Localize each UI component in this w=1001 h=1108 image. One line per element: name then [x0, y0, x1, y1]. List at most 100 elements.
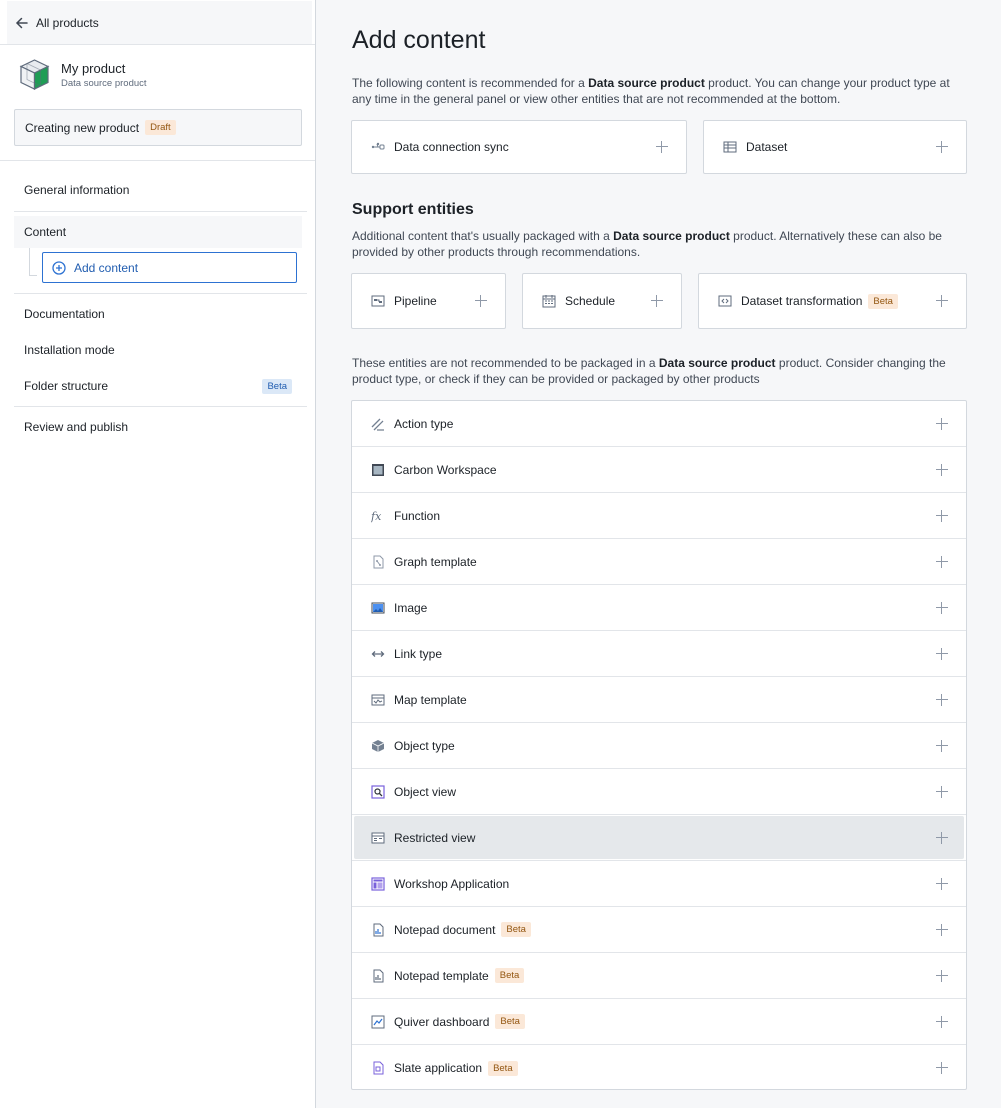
add-map-template-row[interactable]: Map template [352, 677, 966, 723]
nav-folder-structure[interactable]: Folder structure Beta [14, 370, 302, 402]
nav-content[interactable]: Content [14, 216, 302, 248]
beta-tag: Beta [488, 1060, 518, 1076]
row-label: Restricted view [394, 830, 476, 845]
nav-add-content[interactable]: Add content [42, 252, 297, 283]
nav-documentation[interactable]: Documentation [14, 298, 302, 330]
workshop-application-icon [370, 876, 386, 892]
beta-tag: Beta [501, 922, 531, 937]
dataset-icon [722, 139, 738, 155]
dataset-transformation-icon [717, 293, 733, 309]
nav-label: Review and publish [24, 420, 129, 434]
add-content-label: Add content [74, 260, 139, 275]
add-object-view-row[interactable]: Object view [352, 769, 966, 815]
nav-label: Folder structure [24, 379, 109, 393]
row-label: Function [394, 508, 441, 523]
sidebar: All products My product Data source prod… [0, 0, 316, 1108]
add-notepad-document-row[interactable]: Notepad document Beta [352, 907, 966, 953]
data-connection-sync-icon [370, 139, 386, 155]
add-restricted-view-row[interactable]: Restricted view [352, 815, 966, 861]
add-quiver-dashboard-row[interactable]: Quiver dashboard Beta [352, 999, 966, 1045]
plus-icon [936, 601, 948, 614]
add-image-row[interactable]: Image [352, 585, 966, 631]
plus-icon [651, 295, 663, 307]
card-label: Schedule [565, 294, 616, 308]
product-header: My product Data source product [18, 58, 147, 91]
add-pipeline-card[interactable]: Pipeline [351, 273, 506, 329]
plus-icon [936, 923, 948, 936]
beta-tag: Beta [262, 378, 292, 394]
nav-review-and-publish[interactable]: Review and publish [14, 411, 302, 443]
plus-icon [936, 141, 948, 153]
restricted-view-icon [370, 830, 386, 846]
not-recommended-list: Action type Carbon Workspace fx Function… [351, 400, 967, 1090]
add-data-connection-sync-card[interactable]: Data connection sync [351, 120, 687, 174]
notepad-template-icon [370, 968, 386, 984]
plus-icon [936, 463, 948, 476]
add-workshop-application-row[interactable]: Workshop Application [352, 861, 966, 907]
product-status: Creating new product Draft [14, 109, 302, 146]
graph-template-icon [370, 554, 386, 570]
row-label: Object view [394, 784, 457, 799]
row-label: Quiver dashboard [394, 1014, 490, 1029]
add-action-type-row[interactable]: Action type [352, 401, 966, 447]
support-entities-heading: Support entities [352, 201, 474, 218]
pipeline-icon [370, 293, 386, 309]
plus-icon [936, 295, 948, 307]
draft-tag: Draft [145, 120, 176, 135]
status-label: Creating new product [25, 120, 140, 135]
add-dataset-transformation-card[interactable]: Dataset transformation Beta [698, 273, 967, 329]
plus-icon [936, 877, 948, 890]
nav-label: General information [24, 183, 130, 197]
plus-icon [936, 417, 948, 430]
object-type-icon [370, 738, 386, 754]
nav-label: Content [24, 225, 67, 239]
row-label: Link type [394, 646, 443, 661]
back-label: All products [36, 15, 99, 30]
add-function-row[interactable]: fx Function [352, 493, 966, 539]
slate-application-icon [370, 1060, 386, 1076]
beta-tag: Beta [495, 1014, 525, 1029]
plus-icon [936, 1062, 948, 1074]
row-label: Action type [394, 416, 454, 431]
add-dataset-card[interactable]: Dataset [703, 120, 967, 174]
tree-connector [29, 248, 37, 276]
beta-tag: Beta [494, 968, 525, 983]
card-label: Data connection sync [394, 140, 509, 154]
nav-installation-mode[interactable]: Installation mode [14, 334, 302, 366]
row-label: Slate application [394, 1061, 483, 1075]
row-label: Object type [394, 738, 455, 753]
plus-icon [936, 785, 948, 798]
nav-label: Documentation [24, 307, 105, 321]
plus-icon [656, 141, 668, 153]
plus-icon [936, 831, 948, 844]
plus-icon [936, 693, 948, 706]
row-label: Workshop Application [394, 876, 510, 891]
add-graph-template-row[interactable]: Graph template [352, 539, 966, 585]
back-to-all-products[interactable]: All products [7, 1, 312, 44]
product-cube-icon [19, 59, 50, 90]
plus-icon [936, 647, 948, 660]
schedule-icon [541, 293, 557, 309]
add-circle-icon [52, 260, 66, 275]
object-view-icon [370, 784, 386, 800]
add-link-type-row[interactable]: Link type [352, 631, 966, 677]
card-label: Pipeline [394, 294, 437, 308]
page-title: Add content [352, 26, 486, 54]
add-carbon-workspace-row[interactable]: Carbon Workspace [352, 447, 966, 493]
row-label: Notepad template [394, 968, 489, 983]
row-label: Graph template [394, 554, 477, 569]
nav-label: Installation mode [24, 343, 115, 357]
image-icon [370, 600, 386, 616]
row-label: Image [394, 600, 428, 615]
nav-general-information[interactable]: General information [14, 174, 302, 206]
card-label: Dataset [746, 140, 788, 154]
add-slate-application-row[interactable]: Slate application Beta [352, 1045, 966, 1091]
add-notepad-template-row[interactable]: Notepad template Beta [352, 953, 966, 999]
row-label: Carbon Workspace [394, 462, 497, 477]
add-object-type-row[interactable]: Object type [352, 723, 966, 769]
notepad-document-icon [370, 922, 386, 938]
map-template-icon [370, 692, 386, 708]
plus-icon [475, 295, 487, 307]
card-label: Dataset transformation [741, 294, 863, 308]
add-schedule-card[interactable]: Schedule [522, 273, 682, 329]
